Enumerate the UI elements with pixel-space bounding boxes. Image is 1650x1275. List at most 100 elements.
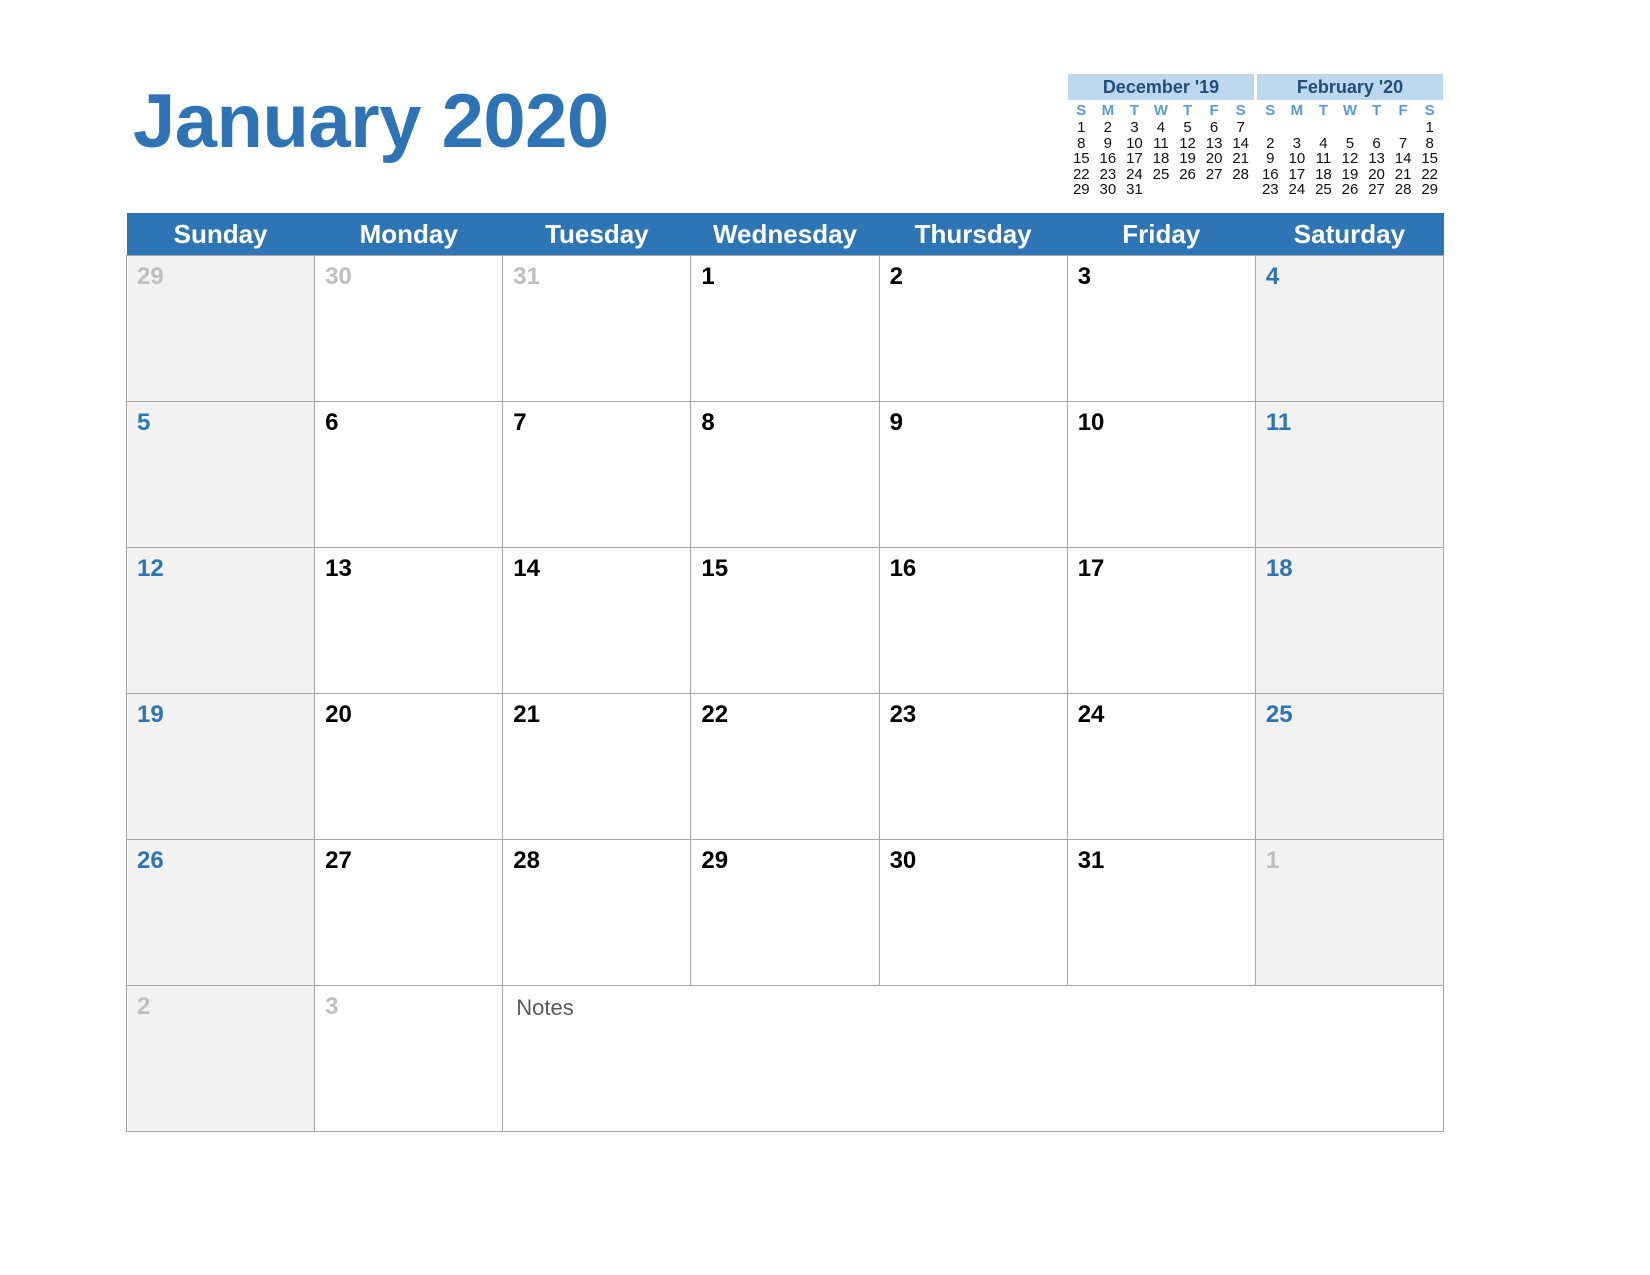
mini-day: 2 bbox=[1266, 134, 1275, 152]
mini-dow-sun: S bbox=[1265, 102, 1276, 119]
day-cell[interactable]: 16 bbox=[878, 547, 1068, 694]
day-cell[interactable]: 1 bbox=[690, 255, 880, 402]
day-number: 24 bbox=[1077, 701, 1105, 728]
day-number: 25 bbox=[1265, 701, 1293, 728]
mini-day: 14 bbox=[1232, 134, 1250, 152]
mini-day: 10 bbox=[1288, 150, 1306, 167]
day-number: 23 bbox=[889, 701, 917, 728]
mini-day: 18 bbox=[1315, 165, 1332, 183]
mini-week-row: 16 17 18 19 20 21 22 bbox=[1257, 165, 1443, 183]
mini-calendar-previous-title: December '19 bbox=[1068, 74, 1254, 100]
day-number: 30 bbox=[325, 263, 352, 290]
dow-header-sunday: Sunday bbox=[126, 213, 315, 256]
day-number: 11 bbox=[1265, 409, 1292, 436]
day-cell[interactable]: 7 bbox=[502, 401, 692, 548]
day-cell[interactable]: 21 bbox=[502, 693, 692, 840]
mini-calendar-previous-month: December '19 S M T W T F S 1 2 3 4 5 6 7… bbox=[1068, 74, 1254, 198]
day-cell[interactable]: 22 bbox=[690, 693, 880, 840]
day-cell[interactable]: 19 bbox=[125, 693, 316, 840]
mini-day: 12 bbox=[1341, 150, 1359, 167]
day-cell[interactable]: 31 bbox=[502, 255, 692, 402]
day-cell[interactable]: 30 bbox=[314, 255, 504, 402]
day-cell[interactable]: 2 bbox=[878, 255, 1068, 402]
day-number: 3 bbox=[325, 993, 339, 1020]
day-cell[interactable]: 18 bbox=[1254, 547, 1445, 694]
day-cell[interactable]: 3 bbox=[314, 985, 504, 1132]
day-cell[interactable]: 27 bbox=[314, 839, 504, 986]
day-cell[interactable]: 28 bbox=[502, 839, 692, 986]
mini-dow-row: S M T W T F S bbox=[1257, 102, 1443, 120]
day-number: 26 bbox=[137, 847, 164, 874]
mini-day: 19 bbox=[1341, 165, 1359, 183]
mini-day: 7 bbox=[1398, 134, 1408, 152]
day-number: 20 bbox=[325, 701, 352, 728]
mini-day: 21 bbox=[1232, 150, 1250, 167]
mini-day bbox=[1337, 120, 1364, 136]
day-cell[interactable]: 3 bbox=[1066, 255, 1256, 402]
day-number: 4 bbox=[1265, 263, 1280, 290]
day-cell[interactable]: 12 bbox=[125, 547, 316, 694]
day-number: 31 bbox=[513, 263, 540, 290]
mini-day: 1 bbox=[1425, 119, 1434, 136]
mini-week-row: 29 30 31 bbox=[1068, 182, 1254, 198]
mini-week-row: 2 3 4 5 6 7 8 bbox=[1257, 134, 1443, 152]
calendar-header-zone: January 2020 December '19 S M T W T F S … bbox=[0, 0, 1650, 212]
calendar-week-row: 12 13 14 15 16 17 18 bbox=[125, 547, 1445, 694]
mini-day: 26 bbox=[1179, 165, 1196, 183]
day-cell[interactable]: 25 bbox=[1254, 693, 1445, 840]
day-cell[interactable]: 9 bbox=[878, 401, 1068, 548]
mini-day: 4 bbox=[1156, 119, 1166, 136]
mini-day: 8 bbox=[1077, 134, 1086, 152]
day-cell[interactable]: 17 bbox=[1066, 547, 1256, 694]
day-cell[interactable]: 24 bbox=[1066, 693, 1256, 840]
day-number: 2 bbox=[137, 993, 151, 1020]
mini-dow-tue: T bbox=[1318, 102, 1328, 119]
mini-day: 16 bbox=[1261, 165, 1279, 183]
day-cell[interactable]: 2 bbox=[125, 985, 316, 1132]
day-cell[interactable]: 23 bbox=[878, 693, 1068, 840]
day-cell[interactable]: 11 bbox=[1254, 401, 1445, 548]
mini-day: 17 bbox=[1126, 150, 1143, 167]
day-number: 3 bbox=[1077, 263, 1092, 290]
mini-day: 11 bbox=[1315, 150, 1332, 167]
mini-dow-fri: F bbox=[1398, 102, 1408, 119]
mini-day: 11 bbox=[1153, 134, 1169, 152]
mini-day: 3 bbox=[1130, 119, 1139, 136]
day-number: 8 bbox=[701, 409, 715, 436]
day-number: 10 bbox=[1077, 409, 1105, 436]
mini-week-row: 9 10 11 12 13 14 15 bbox=[1257, 151, 1443, 167]
dow-header-tuesday: Tuesday bbox=[502, 213, 691, 256]
day-cell[interactable]: 5 bbox=[125, 401, 316, 548]
notes-cell[interactable]: Notes bbox=[502, 985, 1444, 1132]
mini-day bbox=[1284, 120, 1311, 136]
day-cell[interactable]: 8 bbox=[690, 401, 880, 548]
day-number: 29 bbox=[137, 263, 164, 290]
day-cell[interactable]: 29 bbox=[690, 839, 880, 986]
day-number: 29 bbox=[701, 847, 729, 874]
mini-day: 28 bbox=[1394, 181, 1412, 198]
day-cell[interactable]: 13 bbox=[314, 547, 504, 694]
mini-day bbox=[1363, 120, 1390, 136]
mini-day: 7 bbox=[1236, 119, 1245, 136]
mini-week-row: 23 24 25 26 27 28 29 bbox=[1257, 182, 1443, 198]
dow-header-monday: Monday bbox=[314, 213, 503, 256]
day-cell[interactable]: 31 bbox=[1066, 839, 1256, 986]
day-cell[interactable]: 10 bbox=[1066, 401, 1256, 548]
mini-day bbox=[1201, 182, 1228, 198]
mini-day: 16 bbox=[1099, 150, 1117, 167]
day-cell[interactable]: 15 bbox=[690, 547, 880, 694]
day-cell[interactable]: 4 bbox=[1254, 255, 1445, 402]
day-cell[interactable]: 20 bbox=[314, 693, 504, 840]
day-cell[interactable]: 6 bbox=[314, 401, 504, 548]
day-cell[interactable]: 14 bbox=[502, 547, 692, 694]
day-cell[interactable]: 26 bbox=[125, 839, 316, 986]
mini-day: 22 bbox=[1421, 165, 1439, 183]
day-cell[interactable]: 29 bbox=[125, 255, 316, 402]
day-cell[interactable]: 30 bbox=[878, 839, 1068, 986]
mini-day: 2 bbox=[1103, 119, 1113, 136]
day-number: 1 bbox=[1265, 847, 1280, 874]
day-cell[interactable]: 1 bbox=[1254, 839, 1445, 986]
mini-dow-mon: M bbox=[1290, 102, 1304, 119]
mini-dow-thu: T bbox=[1182, 102, 1193, 119]
day-number: 18 bbox=[1265, 555, 1293, 582]
